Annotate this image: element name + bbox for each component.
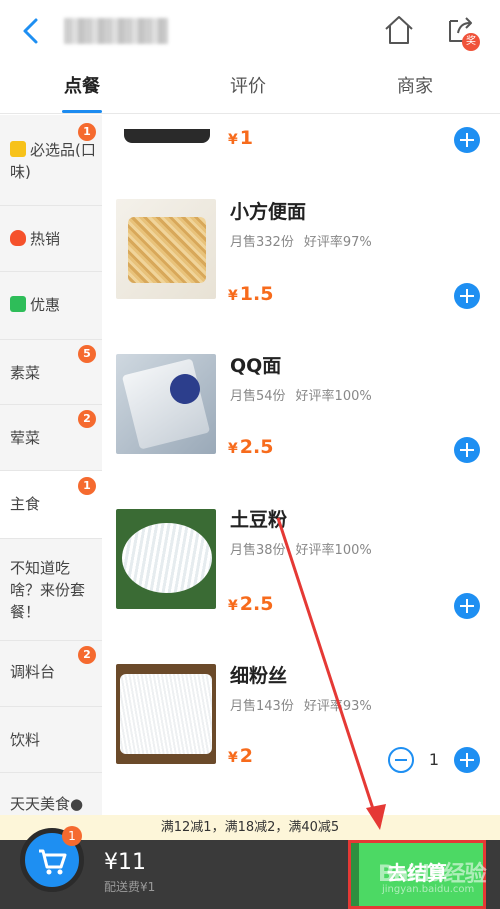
tab-merchant[interactable]: 商家 (365, 62, 465, 114)
product-name: QQ面 (230, 355, 282, 377)
product-stats: 月售332份 好评率97% (230, 235, 372, 250)
category-label: 主食 (10, 495, 41, 513)
top-bar: 奖 (0, 0, 500, 62)
product-name: 土豆粉 (230, 509, 288, 531)
category-item-required[interactable]: 必选品(口味) 1 (0, 115, 102, 206)
home-icon (385, 16, 413, 44)
category-item-daily[interactable]: 天天美食● (0, 773, 102, 815)
product-stats: 月售143份 好评率93% (230, 699, 372, 714)
product-price: ¥1 (228, 127, 253, 149)
category-sidebar: 必选品(口味) 1 热销 优惠 素菜 5 荤菜 2 主食 1 不知道吃啥？来份套… (0, 115, 102, 815)
product-image (116, 199, 216, 299)
back-arrow-icon (23, 18, 38, 44)
category-badge: 2 (78, 646, 96, 664)
fire-icon (10, 230, 26, 246)
tab-bar: 点餐 评价 商家 (0, 62, 500, 114)
product-name: 细粉丝 (230, 665, 288, 687)
category-label: 饮料 (10, 731, 41, 749)
add-to-cart-button[interactable] (454, 747, 480, 773)
category-label: 优惠 (30, 296, 61, 314)
category-item-staple[interactable]: 主食 1 (0, 471, 102, 539)
product-stats: 月售54份 好评率100% (230, 389, 372, 404)
product-price: ¥2.5 (228, 593, 274, 615)
quantity-value: 1 (428, 750, 440, 769)
share-button[interactable]: 奖 (442, 13, 480, 51)
category-label: 素菜 (10, 364, 41, 382)
product-image (116, 354, 216, 454)
home-button[interactable] (382, 13, 416, 47)
category-label: 荤菜 (10, 429, 41, 447)
tab-reviews[interactable]: 评价 (198, 62, 298, 114)
category-badge: 5 (78, 345, 96, 363)
cart-count-badge: 1 (62, 826, 82, 846)
store-name-blurred (64, 18, 168, 44)
product-stats: 月售38份 好评率100% (230, 543, 372, 558)
add-to-cart-button[interactable] (454, 593, 480, 619)
category-label: 热销 (30, 230, 61, 248)
watermark-url: jingyan.baidu.com (382, 884, 475, 895)
reward-badge: 奖 (462, 33, 480, 51)
product-image (116, 115, 216, 145)
add-to-cart-button[interactable] (454, 437, 480, 463)
category-badge: 1 (78, 477, 96, 495)
product-price: ¥2.5 (228, 436, 274, 458)
product-list: ¥1 小方便面 月售332份 好评率97% ¥1.5 QQ面 月售54份 好评率10… (102, 115, 500, 815)
active-tab-indicator (62, 110, 102, 113)
cart-total: ¥11 (104, 850, 146, 875)
star-icon (10, 141, 26, 157)
product-price: ¥2 (228, 745, 253, 767)
product-image (116, 509, 216, 609)
category-item-vegetable[interactable]: 素菜 5 (0, 340, 102, 405)
product-name: 小方便面 (230, 201, 307, 223)
product-image (116, 664, 216, 764)
category-item-discount[interactable]: 优惠 (0, 272, 102, 340)
tab-order[interactable]: 点餐 (32, 62, 132, 114)
add-to-cart-button[interactable] (454, 283, 480, 309)
category-badge: 1 (78, 123, 96, 141)
category-badge: 2 (78, 410, 96, 428)
category-label: 天天美食● (10, 795, 84, 813)
product-price: ¥1.5 (228, 283, 274, 305)
delivery-fee: 配送费¥1 (104, 880, 156, 894)
category-label: 不知道吃啥？来份套餐！ (10, 559, 86, 621)
remove-from-cart-button[interactable] (388, 747, 414, 773)
back-button[interactable] (18, 16, 44, 46)
category-item-condiments[interactable]: 调料台 2 (0, 641, 102, 707)
add-to-cart-button[interactable] (454, 127, 480, 153)
category-label: 调料台 (10, 663, 56, 681)
discount-icon (10, 296, 26, 312)
category-item-meat[interactable]: 荤菜 2 (0, 405, 102, 471)
category-item-hot[interactable]: 热销 (0, 206, 102, 272)
category-item-drinks[interactable]: 饮料 (0, 707, 102, 773)
category-item-combo[interactable]: 不知道吃啥？来份套餐！ (0, 539, 102, 641)
